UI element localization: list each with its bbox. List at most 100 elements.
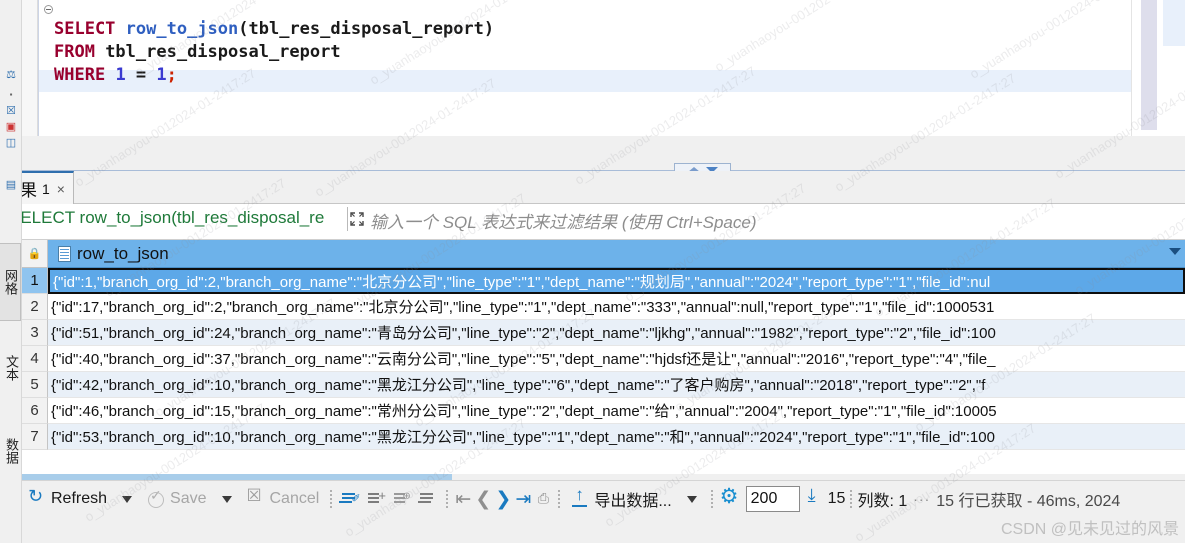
filter-divider	[347, 207, 348, 231]
sql-token: (tbl_res_disposal_report)	[238, 19, 495, 39]
expand-arrows-icon[interactable]	[350, 212, 364, 226]
sql-token: tbl_res_disposal_report	[94, 42, 341, 62]
row-number[interactable]: 5	[22, 372, 48, 398]
grid-body[interactable]: 1 {"id":1,"branch_org_id":2,"branch_org_n…	[22, 268, 1185, 450]
export-icon	[571, 485, 589, 508]
toolbar-separator	[558, 490, 561, 508]
sql-token: WHERE	[54, 65, 106, 85]
table-row[interactable]: 7 {"id":53,"branch_org_id":10,"branch_org…	[22, 424, 1185, 450]
close-icon[interactable]: ×	[57, 181, 65, 197]
left-vertical-rail: ⚖ ▪ ☒ ▣ ◫ ▤ 网格 文本 数据	[0, 0, 22, 543]
minimap-code-block	[1163, 0, 1185, 46]
check-circle-icon	[147, 487, 165, 508]
result-grid[interactable]: 🔒 row_to_json 1 {"id":1,"branch_org_id":2…	[22, 240, 1185, 480]
tab-result-number: 1	[42, 180, 50, 197]
result-tab-strip	[0, 171, 1185, 204]
table-row[interactable]: 5 {"id":42,"branch_org_id":10,"branch_org…	[22, 372, 1185, 398]
export-label: 导出数据...	[594, 493, 672, 510]
rail-copy-icon[interactable]: ◫	[3, 136, 19, 150]
table-row[interactable]: 3 {"id":51,"branch_org_id":24,"branch_org…	[22, 320, 1185, 346]
editor-minimap[interactable]	[1131, 0, 1185, 136]
save-dropdown-caret-icon[interactable]	[221, 495, 232, 503]
fetch-size-input[interactable]: 200	[745, 486, 800, 512]
sql-token: row_to_json	[125, 19, 239, 39]
save-label: Save	[170, 490, 207, 507]
sql-code-text[interactable]: SELECT row_to_json(tbl_res_disposal_repo…	[54, 18, 494, 87]
export-dropdown-caret-icon[interactable]	[686, 495, 697, 503]
fetch-all-icon[interactable]	[807, 485, 825, 508]
sql-token: ;	[166, 65, 177, 85]
row-number[interactable]: 1	[22, 268, 48, 294]
row-number[interactable]: 7	[22, 424, 48, 450]
previous-page-icon[interactable]: ❮	[473, 489, 493, 509]
row-number[interactable]: 2	[22, 294, 48, 320]
csdn-watermark: CSDN @见未见过的风景	[1000, 521, 1179, 538]
table-cell-row-to-json[interactable]: {"id":51,"branch_org_id":24,"branch_org_…	[48, 320, 1185, 346]
row-number[interactable]: 3	[22, 320, 48, 346]
refresh-button[interactable]: Refresh	[22, 486, 113, 510]
table-row[interactable]: 4 {"id":40,"branch_org_id":37,"branch_org…	[22, 346, 1185, 372]
editor-gutter-divider	[38, 0, 39, 136]
row-number[interactable]: 4	[22, 346, 48, 372]
rail-dot-icon: ▪	[9, 90, 13, 99]
duplicate-row-icon[interactable]	[393, 490, 411, 508]
gear-icon[interactable]	[720, 484, 739, 508]
filter-query-text[interactable]: SELECT row_to_json(tbl_res_disposal_re	[9, 208, 347, 228]
fetch-size-value: 200	[750, 490, 778, 507]
table-row[interactable]: 1 {"id":1,"branch_org_id":2,"branch_org_n…	[22, 268, 1185, 294]
add-row-icon[interactable]	[367, 488, 386, 508]
toolbar-separator	[330, 490, 333, 508]
toolbar-separator	[850, 490, 853, 508]
next-page-icon[interactable]: ❯	[493, 489, 513, 509]
sidebar-item-record[interactable]: 数据	[0, 420, 21, 482]
delete-row-icon[interactable]	[419, 490, 437, 508]
editor-results-divider: ❮	[22, 136, 1185, 295]
filter-input-placeholder[interactable]: 输入一个 SQL 表达式来过滤结果 (使用 Ctrl+Space)	[370, 208, 757, 233]
rail-error-icon[interactable]: ▣	[3, 120, 19, 134]
table-row[interactable]: 2 {"id":17,"branch_org_id":2,"branch_org_…	[22, 294, 1185, 320]
sql-token: 1	[115, 65, 126, 85]
fetch-all-rows-icon[interactable]: ⎙	[533, 490, 553, 509]
cancel-label: Cancel	[269, 490, 320, 507]
grid-header-row: 🔒 row_to_json	[22, 240, 1185, 268]
grid-column-header-row-to-json[interactable]: row_to_json	[48, 240, 1185, 268]
chevron-down-icon[interactable]	[1169, 248, 1181, 255]
table-cell-row-to-json[interactable]: {"id":1,"branch_org_id":2,"branch_org_na…	[48, 268, 1185, 294]
toolbar-overflow-dots[interactable]: ···	[913, 491, 930, 507]
lock-icon: 🔒	[27, 248, 42, 260]
code-fold-toggle-icon[interactable]	[44, 5, 53, 14]
minimap-scroll-thumb[interactable]	[1141, 0, 1157, 130]
row-number[interactable]: 6	[22, 398, 48, 424]
table-cell-row-to-json[interactable]: {"id":53,"branch_org_id":10,"branch_org_…	[48, 424, 1185, 450]
fetch-count-label: 15	[827, 490, 846, 507]
sidebar-item-grid-label: 网格	[3, 269, 18, 295]
sql-token: SELECT	[54, 19, 116, 39]
table-cell-row-to-json[interactable]: {"id":42,"branch_org_id":10,"branch_org_…	[48, 372, 1185, 398]
rail-history-icon[interactable]: ☒	[3, 104, 19, 118]
refresh-dropdown-caret-icon[interactable]	[122, 495, 133, 503]
table-cell-row-to-json[interactable]: {"id":17,"branch_org_id":2,"branch_org_n…	[48, 294, 1185, 320]
sql-token: =	[125, 65, 157, 85]
refresh-label: Refresh	[51, 490, 108, 507]
table-cell-row-to-json[interactable]: {"id":40,"branch_org_id":37,"branch_org_…	[48, 346, 1185, 372]
json-column-icon	[58, 245, 71, 262]
sidebar-item-text-label: 文本	[4, 355, 19, 381]
cancel-button[interactable]: Cancel	[241, 486, 326, 510]
export-data-button[interactable]: 导出数据...	[565, 485, 677, 513]
editor-gutter	[22, 0, 38, 136]
rail-bookmark-icon[interactable]: ⚖	[3, 68, 19, 82]
first-page-icon[interactable]: ⇤	[453, 489, 473, 509]
sidebar-item-text[interactable]: 文本	[0, 337, 21, 399]
grid-corner-cell[interactable]: 🔒	[22, 240, 48, 268]
save-button[interactable]: Save	[141, 487, 212, 510]
table-row[interactable]: 6 {"id":46,"branch_org_id":15,"branch_org…	[22, 398, 1185, 424]
sql-editor-pane[interactable]: SELECT row_to_json(tbl_res_disposal_repo…	[22, 0, 1185, 136]
columns-count-label: 列数: 1	[857, 493, 908, 510]
edit-row-icon[interactable]	[341, 490, 361, 508]
grid-column-header-label: row_to_json	[77, 243, 169, 263]
rail-panel-icon[interactable]: ▤	[3, 178, 19, 192]
table-cell-row-to-json[interactable]: {"id":46,"branch_org_id":15,"branch_org_…	[48, 398, 1185, 424]
sidebar-item-grid[interactable]: 网格	[0, 243, 21, 321]
last-page-icon[interactable]: ⇥	[513, 489, 533, 509]
